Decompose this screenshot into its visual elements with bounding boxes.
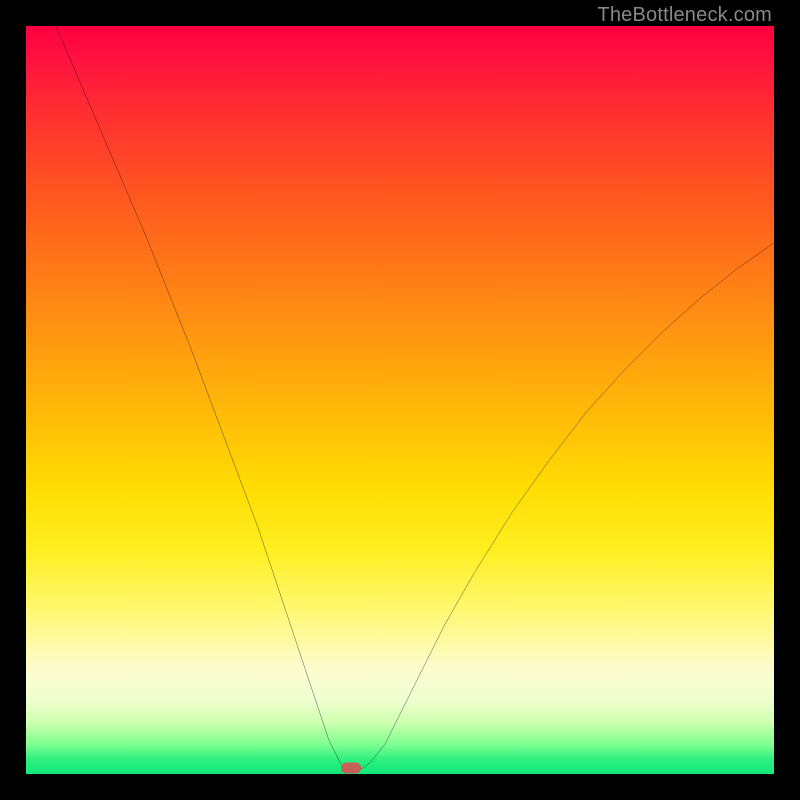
- min-marker: [341, 763, 361, 774]
- curve-path: [56, 26, 774, 770]
- bottleneck-curve: [26, 26, 774, 774]
- plot-area: [26, 26, 774, 774]
- watermark-text: TheBottleneck.com: [597, 4, 772, 27]
- chart-frame: TheBottleneck.com: [0, 0, 800, 800]
